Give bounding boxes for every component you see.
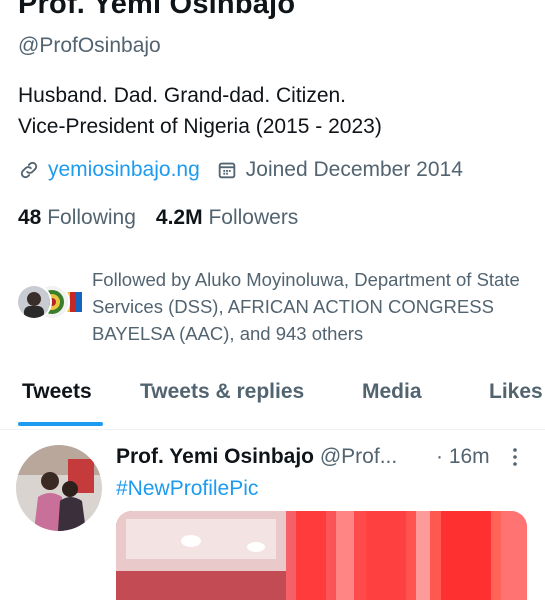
following-link[interactable]: 48 Following bbox=[18, 206, 136, 229]
profile-tabs: Tweets Tweets & replies Media Likes bbox=[0, 372, 545, 430]
following-count: 48 bbox=[18, 206, 42, 229]
calendar-icon bbox=[216, 159, 238, 181]
followed-by-section[interactable]: Followed by Aluko Moyinoluwa, Department… bbox=[16, 266, 536, 346]
tweet-author-handle[interactable]: @Prof... bbox=[320, 445, 397, 468]
avatar bbox=[16, 284, 52, 320]
tab-tweets-replies[interactable]: Tweets & replies bbox=[140, 380, 304, 404]
more-vertical-icon[interactable] bbox=[510, 447, 520, 467]
bio-line: Vice-President of Nigeria (2015 - 2023) bbox=[18, 115, 382, 138]
profile-meta: yemiosinbajo.ng Joined December 2014 bbox=[18, 158, 463, 182]
followers-label: Followers bbox=[208, 206, 299, 229]
tweet-item[interactable]: Prof. Yemi Osinbajo @Prof... · 16m #NewP… bbox=[0, 431, 545, 600]
profile-stats: 48 Following 4.2M Followers bbox=[18, 206, 298, 230]
website-link[interactable]: yemiosinbajo.ng bbox=[48, 158, 200, 182]
bio-line: Husband. Dad. Grand-dad. Citizen. bbox=[18, 84, 347, 107]
tab-likes[interactable]: Likes bbox=[489, 380, 543, 404]
profile-bio: Husband. Dad. Grand-dad. Citizen. Vice-P… bbox=[18, 80, 382, 142]
following-label: Following bbox=[47, 206, 136, 229]
active-tab-indicator bbox=[18, 422, 103, 426]
avatar[interactable] bbox=[16, 445, 102, 531]
tweet-hashtag[interactable]: #NewProfilePic bbox=[116, 477, 258, 501]
followers-count: 4.2M bbox=[155, 206, 203, 229]
profile-name: Prof. Yemi Osinbajo bbox=[18, 0, 296, 20]
tweet-author-name[interactable]: Prof. Yemi Osinbajo bbox=[116, 445, 314, 468]
followers-link[interactable]: 4.2M Followers bbox=[156, 206, 298, 229]
tab-media[interactable]: Media bbox=[362, 380, 422, 404]
tweet-media-image[interactable] bbox=[116, 511, 527, 600]
tweet-header: Prof. Yemi Osinbajo @Prof... bbox=[116, 445, 397, 469]
link-icon bbox=[18, 159, 40, 181]
followed-by-text: Followed by Aluko Moyinoluwa, Department… bbox=[92, 269, 520, 344]
joined-date: Joined December 2014 bbox=[245, 158, 463, 181]
tab-tweets[interactable]: Tweets bbox=[22, 380, 92, 404]
tweet-timestamp[interactable]: · 16m bbox=[436, 445, 490, 469]
follower-avatars bbox=[16, 284, 88, 322]
profile-handle: @ProfOsinbajo bbox=[18, 34, 161, 57]
